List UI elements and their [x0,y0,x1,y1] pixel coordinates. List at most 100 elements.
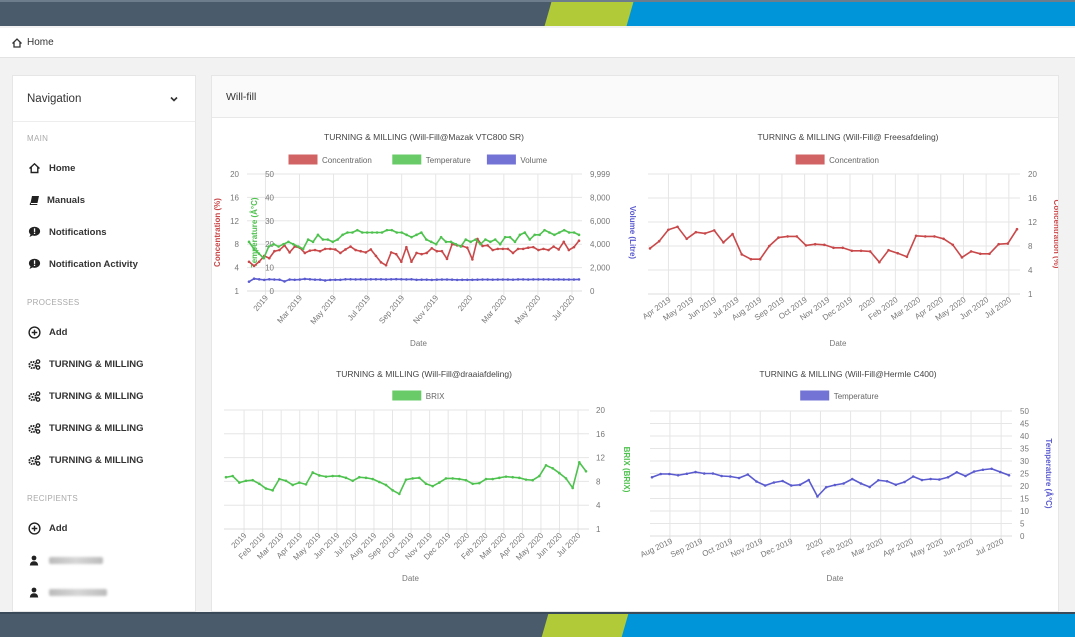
cogs-icon [27,357,41,371]
data-point [351,479,354,483]
data-point [262,256,266,260]
data-point [942,237,945,241]
data-point [278,278,281,281]
data-point [424,482,428,486]
data-point [481,278,484,281]
data-point [562,278,566,281]
chevron-down-icon[interactable] [169,94,179,104]
data-point [484,477,488,481]
data-point [390,228,394,232]
data-point [238,481,241,484]
sidebar-item-recipient[interactable] [13,576,195,608]
data-point [524,478,528,481]
data-point [288,278,291,281]
series-volume [247,277,581,283]
sidebar-item-notification-activity[interactable]: Notification Activity [13,248,195,280]
data-point [841,246,844,250]
data-point [380,231,384,234]
data-point [293,278,296,282]
x-tick-label: Mar 2020 [480,293,509,325]
data-point [859,482,863,485]
data-point [542,247,545,251]
sidebar-item-manuals[interactable]: Manuals [13,184,195,216]
data-point [523,231,527,234]
data-point [905,255,909,259]
sidebar-item-label [49,556,103,564]
sidebar-item-turning-milling[interactable]: TURNING & MILLING [13,412,195,444]
data-point [528,238,532,241]
data-point [489,240,492,244]
sidebar-item-recipient[interactable] [13,544,195,576]
legend-label-temperature[interactable]: Temperature [834,392,879,401]
y-tick-label-brix: 1 [596,525,601,534]
data-point [960,256,964,259]
y-tick-label-vol: 0 [590,287,595,296]
legend-swatch-brix [392,390,422,401]
breadcrumb-home-link[interactable]: Home [27,37,54,48]
data-point [252,247,256,251]
nav-section-main: MAIN [27,134,49,143]
y-tick-label-brix: 12 [596,454,605,463]
chart-freesafdeling: TURNING & MILLING (Will-Fill@ Freesafdel… [636,126,1058,363]
data-point [356,228,359,232]
data-point [405,233,408,237]
data-point [476,278,479,281]
sidebar-item-notifications[interactable]: Notifications [13,216,195,248]
data-point [491,278,494,281]
legend-label-volume[interactable]: Volume [520,156,547,165]
data-point [547,278,550,281]
data-point [291,483,294,487]
data-point [374,254,378,258]
data-point [824,485,828,489]
data-point [998,470,1002,474]
legend-label-brix[interactable]: BRIX [426,392,445,401]
data-point [885,479,889,483]
x-tick-label: 2019 [252,293,271,313]
sidebar: Navigation MAIN Home Manuals Notifications N… [12,75,196,612]
legend-label-temperature[interactable]: Temperature [426,156,471,165]
data-point [506,247,510,251]
sidebar-item-turning-milling[interactable]: TURNING & MILLING [13,380,195,412]
data-point [318,474,321,477]
legend-label-concentration[interactable]: Concentration [322,156,372,165]
data-point [303,251,307,255]
sidebar-item-add[interactable]: Add [13,512,195,544]
sidebar-item-label: Notifications [49,226,107,238]
sidebar-item-turning-milling[interactable]: TURNING & MILLING [13,444,195,476]
data-point [395,231,399,234]
data-point [694,470,697,474]
data-point [859,249,863,253]
data-point [832,246,835,250]
sidebar-item-home[interactable]: Home [13,152,195,184]
y-tick-label-temp: 0 [1020,532,1025,541]
sidebar-item-label: TURNING & MILLING [49,454,144,466]
data-point [508,235,512,239]
y-tick-label-temp: 50 [1020,407,1029,416]
data-point [466,246,469,250]
data-point [405,245,408,249]
data-point [816,495,819,498]
legend-label-concentration[interactable]: Concentration [829,156,879,165]
cogs-icon [27,389,41,403]
data-point [378,480,381,484]
data-point [425,251,428,255]
data-point [351,231,354,234]
data-point [316,233,320,237]
x-tick-label: 2020 [456,293,475,313]
y-tick-label-temp: 10 [1020,507,1029,516]
data-point [711,472,715,475]
brand-stripe-blue-fill [700,614,1075,637]
data-point [685,472,689,476]
data-point [562,240,566,244]
navigation-header[interactable]: Navigation [13,76,195,122]
data-point [955,470,959,474]
y-tick-label-conc: 8 [235,240,240,249]
chart-svg: TURNING & MILLING (Will-Fill@draaiafdeli… [224,369,631,583]
sidebar-item-turning-milling[interactable]: TURNING & MILLING [13,348,195,380]
sidebar-item-add[interactable]: Add [13,316,195,348]
data-point [331,240,335,244]
data-point [430,246,434,250]
data-point [938,478,941,481]
y-tick-label-vol: 4,000 [590,240,611,249]
data-point [374,277,378,281]
